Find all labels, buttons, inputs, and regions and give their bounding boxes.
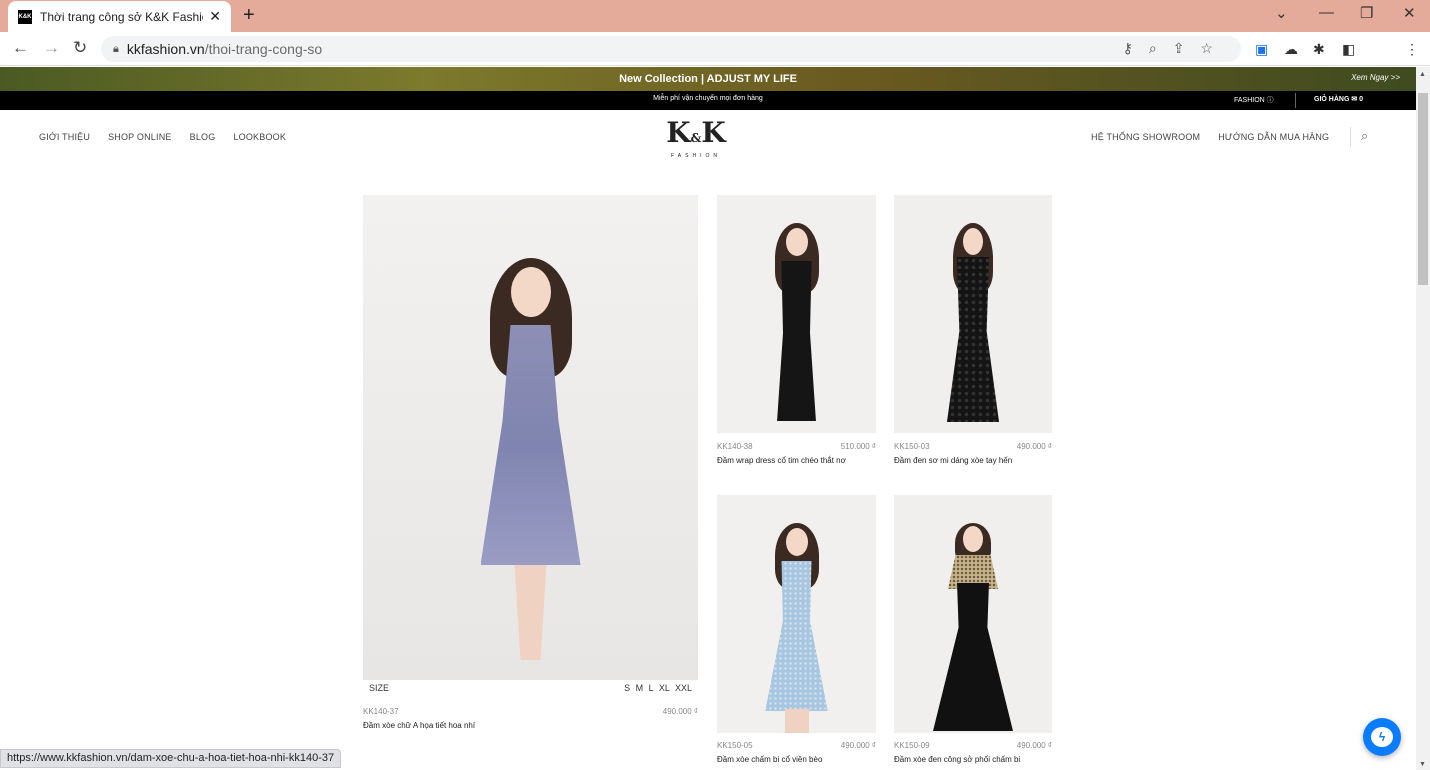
product-code: KK150-09 bbox=[894, 741, 930, 750]
product-price: 490.000 ₫ bbox=[662, 707, 698, 716]
black-flare-dress bbox=[933, 583, 1013, 731]
model-legs bbox=[784, 709, 809, 733]
shipping-notice: Miễn phí vận chuyển mọi đơn hàng bbox=[653, 95, 763, 102]
product-name[interactable]: Đầm wrap dress cổ tim chéo thắt nơ bbox=[717, 456, 846, 465]
promo-more-link[interactable]: Xem Ngay >> bbox=[1351, 73, 1400, 82]
tab-title: Thời trang công sở K&K Fashion bbox=[40, 9, 204, 24]
reload-icon[interactable]: ↻ bbox=[73, 38, 87, 58]
model-face bbox=[963, 228, 983, 255]
model-face bbox=[785, 528, 808, 556]
nav-buying-guide[interactable]: HƯỚNG DẪN MUA HÀNG bbox=[1218, 132, 1329, 142]
logo-subtitle: FASHION bbox=[671, 153, 721, 159]
product-image[interactable] bbox=[894, 195, 1052, 433]
fashion-link[interactable]: FASHION ⓘ bbox=[1234, 95, 1274, 105]
messenger-icon: ϟ bbox=[1371, 727, 1393, 747]
product-price: 490.000 ₫ bbox=[1016, 741, 1052, 750]
omnibox-actions[interactable]: ⚷⌕⇪☆ bbox=[1123, 40, 1229, 57]
nav-blog[interactable]: BLOG bbox=[190, 132, 216, 142]
cart-link[interactable]: GIỎ HÀNG ✉ 0 bbox=[1314, 95, 1363, 103]
product-price: 490.000 ₫ bbox=[1016, 442, 1052, 451]
product-code: KK150-03 bbox=[894, 442, 930, 451]
light-blue-dress bbox=[765, 561, 828, 711]
size-selector: SIZE S M L XL XXL bbox=[363, 683, 698, 697]
messenger-chat-button[interactable]: ϟ bbox=[1363, 718, 1401, 756]
nav-shop-online[interactable]: SHOP ONLINE bbox=[108, 132, 172, 142]
site-logo[interactable]: K&K FASHION bbox=[664, 116, 728, 160]
product-image[interactable] bbox=[894, 495, 1052, 733]
scrollbar-thumb[interactable] bbox=[1418, 93, 1428, 285]
product-price: 490.000 ₫ bbox=[840, 741, 876, 750]
size-label: SIZE bbox=[369, 683, 390, 693]
product-image[interactable] bbox=[717, 495, 876, 733]
nav-divider bbox=[1350, 127, 1351, 147]
nav-lookbook[interactable]: LOOKBOOK bbox=[233, 132, 286, 142]
kebab-menu-icon[interactable]: ⋮ bbox=[1405, 41, 1419, 58]
product-name[interactable]: Đầm xòe chữ A họa tiết hoa nhí bbox=[363, 721, 475, 730]
featured-product-image[interactable] bbox=[363, 195, 698, 680]
product-image[interactable] bbox=[717, 195, 876, 433]
url-host: kkfashion.vn bbox=[126, 41, 205, 57]
model-face bbox=[785, 228, 808, 256]
tab-strip: K&K Thời trang công sở K&K Fashion ✕ + ⌄… bbox=[0, 0, 1430, 32]
product-code: KK150-05 bbox=[717, 741, 753, 750]
restore-icon[interactable]: ❐ bbox=[1360, 4, 1373, 22]
scroll-down-icon[interactable]: ▼ bbox=[1419, 761, 1426, 768]
lock-icon[interactable]: 🔒︎ bbox=[113, 43, 119, 56]
extension-icon[interactable]: ▣ bbox=[1255, 41, 1268, 58]
url-path: /thoi-trang-cong-so bbox=[204, 41, 323, 57]
url-field[interactable]: 🔒︎ kkfashion.vn/thoi-trang-cong-so ⚷⌕⇪☆ bbox=[101, 36, 1241, 62]
black-shirt-dress bbox=[946, 257, 1000, 422]
product-code: KK140-38 bbox=[717, 442, 753, 451]
logo-mark: K&K bbox=[666, 116, 726, 149]
side-panel-icon[interactable]: ◧ bbox=[1342, 41, 1355, 58]
forward-icon[interactable]: → bbox=[43, 38, 60, 58]
back-icon[interactable]: ← bbox=[12, 38, 29, 58]
minimize-icon[interactable]: — bbox=[1319, 4, 1334, 21]
size-options[interactable]: S M L XL XXL bbox=[624, 683, 692, 693]
favicon-icon: K&K bbox=[18, 9, 32, 24]
product-code: KK140-37 bbox=[363, 707, 399, 716]
address-toolbar: ← → ↻ 🔒︎ kkfashion.vn/thoi-trang-cong-so… bbox=[0, 32, 1430, 90]
nav-showroom[interactable]: HỆ THỐNG SHOWROOM bbox=[1091, 132, 1200, 142]
product-price: 510.000 ₫ bbox=[840, 442, 876, 451]
page-scrollbar[interactable]: ▲ ▼ bbox=[1416, 67, 1430, 770]
promo-banner[interactable]: New Collection | ADJUST MY LIFE Xem Ngay… bbox=[0, 67, 1416, 91]
close-tab-icon[interactable]: ✕ bbox=[209, 8, 221, 25]
new-tab-icon[interactable]: + bbox=[243, 4, 255, 27]
model-face bbox=[963, 526, 983, 552]
product-name[interactable]: Đầm xòe chấm bi cổ viền bèo bbox=[717, 755, 822, 764]
utility-bar: Miễn phí vận chuyển mọi đơn hàng FASHION… bbox=[0, 91, 1416, 110]
main-nav-left: GIỚI THIỆU SHOP ONLINE BLOG LOOKBOOK bbox=[39, 132, 286, 142]
close-window-icon[interactable]: ✕ bbox=[1403, 4, 1416, 22]
tab-search-icon[interactable]: ⌄ bbox=[1275, 4, 1288, 22]
scroll-up-icon[interactable]: ▲ bbox=[1419, 71, 1426, 78]
extension-cloud-icon[interactable]: ☁ bbox=[1284, 41, 1298, 58]
model-legs bbox=[514, 565, 547, 660]
product-name[interactable]: Đầm xòe đen công sở phối chấm bi bbox=[894, 755, 1020, 764]
status-url-bar: https://www.kkfashion.vn/dam-xoe-chu-a-h… bbox=[0, 749, 342, 768]
divider bbox=[1295, 93, 1296, 108]
browser-tab[interactable]: K&K Thời trang công sở K&K Fashion ✕ bbox=[8, 1, 231, 32]
puzzle-icon[interactable]: ✱ bbox=[1313, 41, 1325, 58]
model-face bbox=[510, 267, 551, 317]
nav-about[interactable]: GIỚI THIỆU bbox=[39, 132, 90, 142]
product-name[interactable]: Đầm đen sơ mi dáng xòe tay hến bbox=[894, 456, 1012, 465]
search-icon[interactable]: ⌕ bbox=[1361, 128, 1368, 144]
promo-text: New Collection | ADJUST MY LIFE bbox=[619, 73, 797, 85]
main-nav-right: HỆ THỐNG SHOWROOM HƯỚNG DẪN MUA HÀNG bbox=[1091, 132, 1329, 142]
